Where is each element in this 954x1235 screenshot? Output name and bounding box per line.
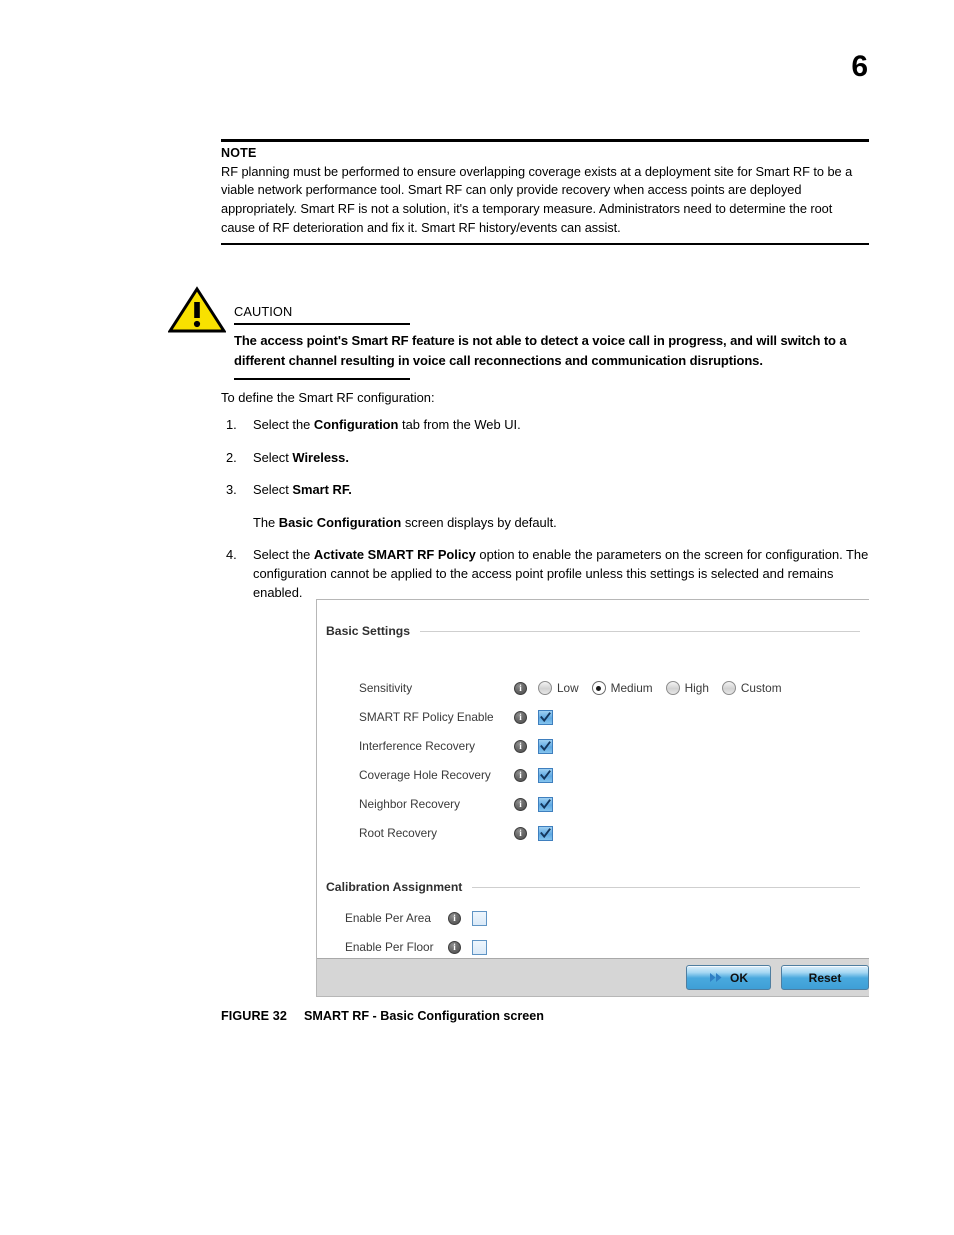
figure-title: SMART RF - Basic Configuration screen [303,1009,544,1023]
step-number: 2. [226,449,237,465]
radio-group-sensitivity: Low Medium High Custom [538,681,782,695]
radio-option-custom[interactable]: Custom [721,681,782,695]
radio-custom-label: Custom [740,681,782,695]
form-row-sensitivity: Sensitivity i Low Medium High Custom [359,678,782,698]
section-divider [472,886,860,888]
step-number: 3. [226,482,237,498]
checkbox-neighbor-recovery[interactable] [538,796,553,812]
caution-top-rule [234,323,410,326]
procedure-intro: To define the Smart RF configuration: [221,390,435,405]
document-page: 6 NOTE RF planning must be performed to … [0,0,954,1235]
procedure-step: 3. Select Smart RF. [221,481,869,500]
section-divider [420,630,860,632]
note-top-rule [221,139,869,142]
radio-medium-icon[interactable] [591,681,606,695]
checkbox-root-recovery[interactable] [538,825,553,841]
step-number: 4. [226,547,237,563]
info-icon[interactable]: i [514,797,527,811]
label-sensitivity: Sensitivity [359,681,413,695]
step-emphasis: Wireless. [292,449,349,465]
note-title: NOTE [221,146,257,160]
panel-body: Basic Settings Sensitivity i Low Medium [317,600,869,960]
form-row-coverage-hole-recovery: Coverage Hole Recovery i [359,765,553,785]
step-emphasis: Configuration [313,417,399,432]
step-text: Select [253,449,293,465]
info-icon[interactable]: i [514,768,527,782]
double-chevron-icon [709,972,724,983]
step-emphasis: Smart RF. [292,482,352,498]
step-number: 1. [226,417,237,432]
checkbox-coverage-hole-recovery[interactable] [538,767,553,783]
info-icon[interactable]: i [514,739,527,753]
caution-title: CAUTION [234,304,293,319]
info-icon[interactable]: i [514,710,527,724]
form-row-neighbor-recovery: Neighbor Recovery i [359,794,553,814]
info-icon[interactable]: i [448,911,461,925]
page-number: 6 [851,50,868,83]
step-text: tab from the Web UI. [398,417,521,432]
section-title: Basic Settings [326,624,410,638]
step-text: The [253,514,279,530]
form-row-enable-per-floor: Enable Per Floor i [345,937,487,957]
reset-button[interactable]: Reset [781,965,869,990]
caution-body: The access point's Smart RF feature is n… [234,333,847,368]
panel-footer: OK Reset [317,958,869,996]
ok-button-label: OK [730,970,748,985]
note-bottom-rule [221,243,869,246]
step-emphasis: Activate SMART RF Policy [313,547,476,563]
radio-low-icon[interactable] [538,681,552,695]
label-enable-per-area: Enable Per Area [345,911,431,925]
label-coverage-hole-recovery: Coverage Hole Recovery [359,768,491,782]
caution-text: CAUTION The access point's Smart RF feat… [234,304,870,381]
radio-custom-icon[interactable] [721,681,736,695]
section-header-calibration-assignment: Calibration Assignment [326,880,860,894]
note-body: RF planning must be performed to ensure … [221,163,853,235]
radio-option-high[interactable]: High [665,681,709,695]
checkbox-enable-per-floor[interactable] [472,939,487,955]
form-row-enable-per-area: Enable Per Area i [345,908,487,928]
procedure-step-note: The Basic Configuration screen displays … [221,514,869,533]
form-row-smart-rf-policy-enable: SMART RF Policy Enable i [359,707,553,727]
step-text: Select the [253,417,314,432]
checkbox-enable-per-area[interactable] [472,910,487,926]
step-text: Select [253,482,293,498]
warning-triangle-icon [167,286,227,334]
label-root-recovery: Root Recovery [359,826,438,840]
section-title: Calibration Assignment [326,880,463,894]
label-enable-per-floor: Enable Per Floor [345,940,434,954]
radio-medium-label: Medium [610,681,653,695]
checkbox-interference-recovery[interactable] [538,738,553,754]
radio-high-icon[interactable] [665,681,680,695]
section-header-basic-settings: Basic Settings [326,624,860,638]
figure-number: FIGURE 32 [221,1009,287,1023]
radio-low-label: Low [557,681,579,695]
label-interference-recovery: Interference Recovery [359,739,476,753]
checkbox-smart-rf-policy-enable[interactable] [538,709,553,725]
form-row-interference-recovery: Interference Recovery i [359,736,553,756]
ok-button[interactable]: OK [686,965,771,990]
radio-option-low[interactable]: Low [538,681,579,695]
step-emphasis: Basic Configuration [278,514,402,530]
note-admonition: NOTE RF planning must be performed to en… [221,139,869,246]
radio-option-medium[interactable]: Medium [591,681,653,695]
procedure-step: 1. Select the Configuration tab from the … [221,416,869,435]
procedure-step: 4. Select the Activate SMART RF Policy op… [221,546,869,602]
radio-high-label: High [684,681,709,695]
label-neighbor-recovery: Neighbor Recovery [359,797,460,811]
procedure-step: 2. Select Wireless. [221,449,869,468]
step-text: Select the [253,547,314,563]
info-icon[interactable]: i [514,681,527,695]
info-icon[interactable]: i [514,826,527,840]
step-text: screen displays by default. [401,514,557,530]
figure-caption: FIGURE 32 SMART RF - Basic Configuration … [221,1009,544,1024]
label-smart-rf-policy-enable: SMART RF Policy Enable [359,710,494,724]
info-icon[interactable]: i [448,940,461,954]
smart-rf-basic-config-screenshot: Basic Settings Sensitivity i Low Medium [316,599,869,997]
form-row-root-recovery: Root Recovery i [359,823,553,843]
procedure-steps: 1. Select the Configuration tab from the … [221,416,869,616]
caution-bottom-rule [234,378,410,381]
reset-button-label: Reset [808,970,842,985]
